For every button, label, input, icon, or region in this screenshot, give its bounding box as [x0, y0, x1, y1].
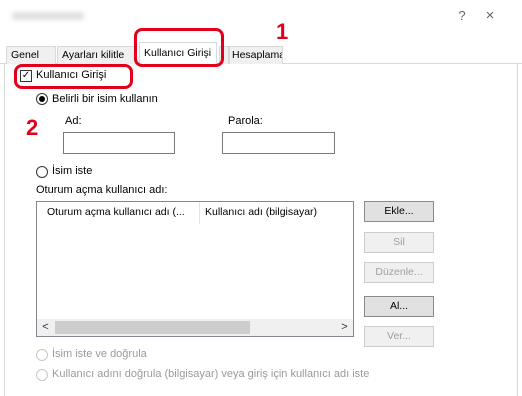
- prompt-verify-radio[interactable]: [36, 349, 48, 361]
- import-button[interactable]: Al...: [364, 296, 434, 317]
- horizontal-scrollbar[interactable]: < >: [37, 319, 353, 336]
- callout-step-1: 1: [276, 19, 289, 44]
- title-bar: ? ×: [0, 0, 522, 32]
- login-user-list-label: Oturum açma kullanıcı adı:: [36, 184, 168, 196]
- callout-step-2: 2: [26, 115, 39, 140]
- prompt-name-radio-label[interactable]: İsim iste: [52, 165, 92, 177]
- prompt-name-radio[interactable]: [36, 166, 48, 178]
- tab-ayarlari-kilitle[interactable]: Ayarları kilitle: [57, 46, 137, 64]
- add-button[interactable]: Ekle...: [364, 201, 434, 222]
- tab-i[interactable]: İ: [219, 46, 229, 64]
- verify-user-radio-label[interactable]: Kullanıcı adını doğrula (bilgisayar) vey…: [52, 368, 369, 380]
- list-header: Oturum açma kullanıcı adı (... Kullanıcı…: [37, 202, 353, 224]
- scroll-right-arrow-icon[interactable]: >: [336, 319, 353, 336]
- user-login-checkbox-label[interactable]: Kullanıcı Girişi: [36, 69, 106, 81]
- password-label: Parola:: [228, 115, 263, 127]
- window-title-blurred: [12, 12, 84, 20]
- export-button[interactable]: Ver...: [364, 326, 434, 347]
- scroll-left-arrow-icon[interactable]: <: [37, 319, 54, 336]
- column-divider[interactable]: [199, 202, 200, 224]
- tab-genel[interactable]: Genel: [6, 46, 56, 64]
- delete-button[interactable]: Sil: [364, 232, 434, 253]
- column-header-login-name[interactable]: Oturum açma kullanıcı adı (...: [47, 206, 185, 218]
- tab-kullanici-girisi[interactable]: Kullanıcı Girişi: [139, 42, 217, 65]
- name-input[interactable]: [63, 132, 175, 154]
- name-label: Ad:: [65, 115, 82, 127]
- help-button[interactable]: ?: [450, 6, 474, 26]
- login-user-list[interactable]: Oturum açma kullanıcı adı (... Kullanıcı…: [36, 201, 354, 337]
- edit-button[interactable]: Düzenle...: [364, 262, 434, 283]
- tab-hesaplama[interactable]: Hesaplama: [229, 46, 283, 64]
- close-button[interactable]: ×: [478, 6, 502, 26]
- verify-user-radio[interactable]: [36, 369, 48, 381]
- user-login-checkbox[interactable]: ✓: [20, 70, 32, 82]
- prompt-verify-radio-label[interactable]: İsim iste ve doğrula: [52, 348, 147, 360]
- specific-name-radio-label[interactable]: Belirli bir isim kullanın: [52, 93, 158, 105]
- scrollbar-thumb[interactable]: [55, 321, 250, 334]
- specific-name-radio[interactable]: [36, 93, 48, 105]
- tab-strip: Genel Ayarları kilitle Kullanıcı Girişi …: [0, 40, 522, 65]
- column-header-user-name[interactable]: Kullanıcı adı (bilgisayar): [205, 206, 317, 218]
- password-input[interactable]: [222, 132, 335, 154]
